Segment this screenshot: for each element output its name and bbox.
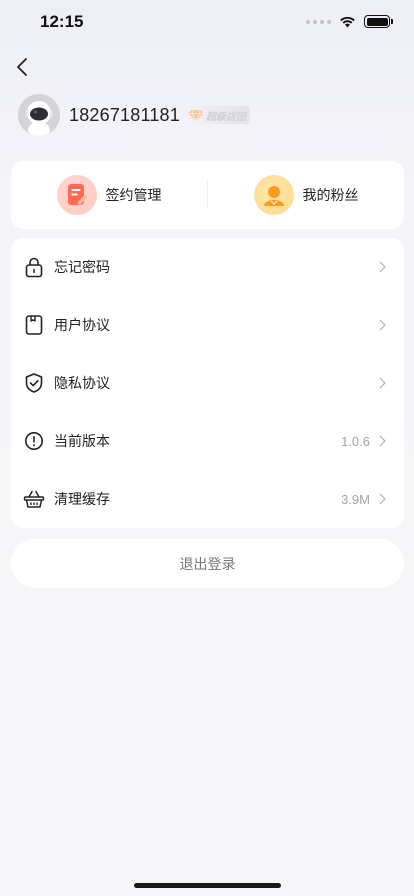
quick-link-label: 我的粉丝 [302, 188, 359, 204]
quick-link-label: 签约管理 [105, 188, 162, 204]
chevron-right-icon [378, 377, 386, 389]
lock-icon [25, 257, 43, 278]
menu-item-label: 当前版本 [54, 434, 110, 450]
quick-links-card: 签约管理 我的粉丝 [11, 161, 404, 229]
logout-button[interactable]: 退出登录 [11, 539, 404, 588]
status-time: 12:15 [40, 12, 84, 31]
chevron-right-icon [378, 261, 386, 273]
astronaut-avatar-icon [18, 94, 60, 136]
menu-item-value: 1.0.6 [341, 433, 370, 449]
chevron-right-icon [378, 435, 386, 447]
status-icons [306, 15, 393, 28]
home-indicator[interactable] [134, 883, 281, 888]
menu-item-clear-cache[interactable]: 清理缓存 3.9M [11, 470, 404, 528]
menu-item-user-agreement[interactable]: 用户协议 [11, 296, 404, 354]
menu-item-forgot-password[interactable]: 忘记密码 [11, 238, 404, 296]
settings-menu: 忘记密码 用户协议 隐私协议 当前版本 1.0.6 清理缓存 3.9M [11, 238, 404, 528]
fans-icon [263, 186, 284, 206]
menu-item-label: 用户协议 [54, 318, 110, 334]
contract-icon [67, 184, 87, 205]
document-icon [25, 315, 43, 335]
signal-dots-icon [306, 19, 331, 24]
menu-item-value: 3.9M [341, 491, 370, 507]
chevron-left-icon [17, 58, 27, 76]
vip-badge: 超级店团 [185, 106, 250, 124]
vip-badge-text: 超级店团 [205, 111, 246, 123]
chevron-right-icon [378, 493, 386, 505]
basket-icon [23, 490, 45, 508]
battery-icon [364, 15, 393, 28]
menu-item-label: 清理缓存 [54, 492, 110, 508]
menu-item-privacy-policy[interactable]: 隐私协议 [11, 354, 404, 412]
profile-header: 18267181181 超级店团 [18, 94, 250, 136]
status-bar: 12:15 [0, 0, 414, 48]
quick-link-contract[interactable]: 签约管理 [11, 161, 207, 229]
phone-number: 18267181181 [69, 104, 180, 125]
avatar[interactable] [18, 94, 60, 136]
diamond-icon [188, 109, 204, 122]
chevron-right-icon [378, 319, 386, 331]
back-button[interactable] [10, 54, 34, 80]
menu-item-current-version[interactable]: 当前版本 1.0.6 [11, 412, 404, 470]
shield-check-icon [25, 373, 43, 393]
quick-link-fans[interactable]: 我的粉丝 [208, 161, 404, 229]
menu-item-label: 隐私协议 [54, 376, 110, 392]
info-circle-icon [25, 432, 43, 450]
wifi-icon [340, 16, 355, 28]
menu-item-label: 忘记密码 [54, 260, 110, 276]
